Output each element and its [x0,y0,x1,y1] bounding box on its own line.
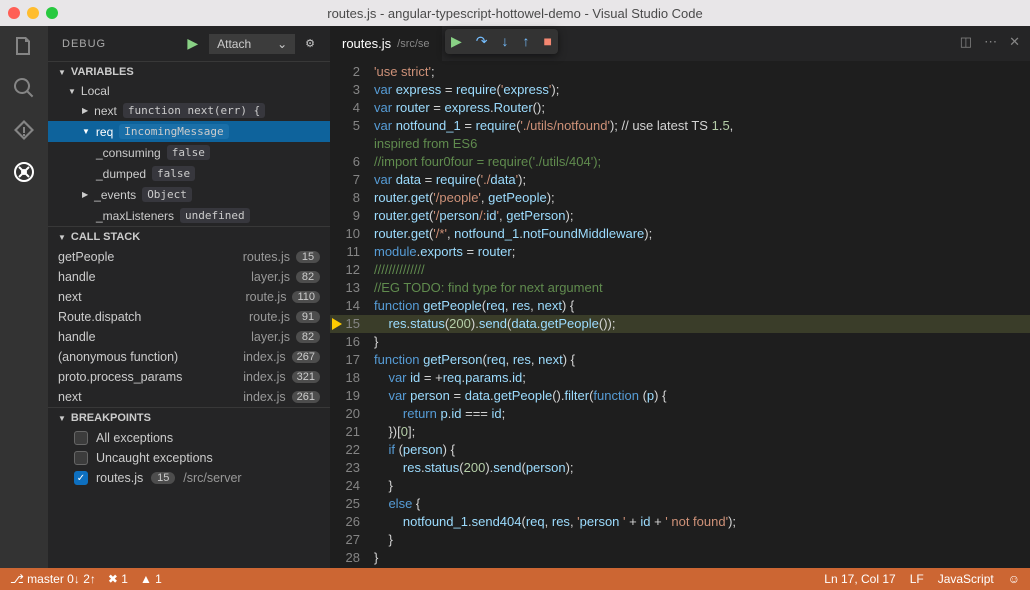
code-line[interactable]: 13//EG TODO: find type for next argument [330,279,1030,297]
breakpoints-header[interactable]: BREAKPOINTS [48,408,330,428]
stack-frame[interactable]: Route.dispatchroute.js91 [48,307,330,327]
errors-count[interactable]: ✖ 1 [108,572,128,586]
code-line[interactable]: inspired from ES6 [330,135,1030,153]
code-line[interactable]: 6//import four0four = require('./utils/4… [330,153,1030,171]
scope-local[interactable]: Local [48,82,330,100]
debug-config-select[interactable]: Attach⌄ [209,34,295,54]
code-line[interactable]: 25 else { [330,495,1030,513]
code-line[interactable]: 9router.get('/person/:id', getPerson); [330,207,1030,225]
stack-frame[interactable]: getPeopleroutes.js15 [48,247,330,267]
debug-header: DEBUG ▶ Attach⌄ ⚙ [48,26,330,61]
cursor-position[interactable]: Ln 17, Col 17 [824,572,895,586]
git-icon[interactable] [12,118,36,142]
code-line[interactable]: 22 if (person) { [330,441,1030,459]
code-line[interactable]: 2'use strict'; [330,63,1030,81]
variable-_dumped[interactable]: _dumped false [48,163,330,184]
tab-name: routes.js [342,36,391,51]
titlebar: routes.js - angular-typescript-hottowel-… [0,0,1030,26]
variables-section: VARIABLES Local next function next(err) … [48,61,330,226]
warnings-count[interactable]: ▲ 1 [140,572,162,586]
code-area[interactable]: 2'use strict';3var express = require('ex… [330,61,1030,568]
editor-tabs: routes.js /src/se [330,26,1030,61]
more-icon[interactable]: ⋯ [984,34,997,50]
debug-label: DEBUG [62,38,106,50]
variable-next[interactable]: next function next(err) { [48,100,330,121]
callstack-section: CALL STACK getPeopleroutes.js15handlelay… [48,226,330,407]
git-branch[interactable]: ⎇ master 0↓ 2↑ [10,572,96,586]
eol[interactable]: LF [910,572,924,586]
code-line[interactable]: 19 var person = data.getPeople().filter(… [330,387,1030,405]
variables-header[interactable]: VARIABLES [48,62,330,82]
explorer-icon[interactable] [12,34,36,58]
stack-frame[interactable]: nextindex.js261 [48,387,330,407]
split-editor-icon[interactable]: ◫ [960,34,972,50]
statusbar: ⎇ master 0↓ 2↑ ✖ 1 ▲ 1 Ln 17, Col 17 LF … [0,568,1030,590]
code-line[interactable]: 4var router = express.Router(); [330,99,1030,117]
step-into-icon[interactable]: ↓ [502,33,509,50]
close-editor-icon[interactable]: ✕ [1009,34,1020,50]
variable-req[interactable]: req IncomingMessage [48,121,330,142]
stack-frame[interactable]: nextroute.js110 [48,287,330,307]
start-debug-icon[interactable]: ▶ [187,35,199,52]
window-title: routes.js - angular-typescript-hottowel-… [327,6,703,21]
feedback-icon[interactable]: ☺ [1008,572,1020,586]
tab-routes[interactable]: routes.js /src/se [330,26,442,61]
breakpoint-item[interactable]: ✓routes.js 15 /src/server [48,468,330,488]
editor-actions: ◫ ⋯ ✕ [960,34,1020,50]
stack-frame[interactable]: handlelayer.js82 [48,327,330,347]
stack-frame[interactable]: proto.process_paramsindex.js321 [48,367,330,387]
tab-path: /src/se [397,38,429,50]
window-controls [8,7,58,19]
activity-bar [0,26,48,568]
close-window[interactable] [8,7,20,19]
code-line[interactable]: 14function getPeople(req, res, next) { [330,297,1030,315]
variable-_events[interactable]: _events Object [48,184,330,205]
code-line[interactable]: 12////////////// [330,261,1030,279]
breakpoint-item[interactable]: Uncaught exceptions [48,448,330,468]
code-line[interactable]: 3var express = require('express'); [330,81,1030,99]
code-line[interactable]: 15 res.status(200).send(data.getPeople()… [330,315,1030,333]
code-line[interactable]: 17function getPerson(req, res, next) { [330,351,1030,369]
code-line[interactable]: 11module.exports = router; [330,243,1030,261]
search-icon[interactable] [12,76,36,100]
debug-icon[interactable] [12,160,36,184]
code-line[interactable]: 8router.get('/people', getPeople); [330,189,1030,207]
editor-area: routes.js /src/se ▶ ↷ ↓ ↑ ■ ◫ ⋯ ✕ 2'use … [330,26,1030,568]
variable-_consuming[interactable]: _consuming false [48,142,330,163]
language-mode[interactable]: JavaScript [938,572,994,586]
debug-toolbar: ▶ ↷ ↓ ↑ ■ [445,29,558,54]
code-line[interactable]: 26 notfound_1.send404(req, res, 'person … [330,513,1030,531]
code-line[interactable]: 18 var id = +req.params.id; [330,369,1030,387]
debug-sidebar: DEBUG ▶ Attach⌄ ⚙ VARIABLES Local next f… [48,26,330,568]
step-out-icon[interactable]: ↑ [523,33,530,50]
breakpoint-item[interactable]: All exceptions [48,428,330,448]
code-line[interactable]: 16} [330,333,1030,351]
stack-frame[interactable]: handlelayer.js82 [48,267,330,287]
code-line[interactable]: 28} [330,549,1030,567]
stack-frame[interactable]: (anonymous function)index.js267 [48,347,330,367]
maximize-window[interactable] [46,7,58,19]
stop-icon[interactable]: ■ [544,33,552,50]
code-line[interactable]: 5var notfound_1 = require('./utils/notfo… [330,117,1030,135]
continue-icon[interactable]: ▶ [451,33,462,50]
code-line[interactable]: 20 return p.id === id; [330,405,1030,423]
code-line[interactable]: 23 res.status(200).send(person); [330,459,1030,477]
callstack-header[interactable]: CALL STACK [48,227,330,247]
breakpoints-section: BREAKPOINTS All exceptionsUncaught excep… [48,407,330,488]
step-over-icon[interactable]: ↷ [476,33,488,50]
code-line[interactable]: 24 } [330,477,1030,495]
variable-_maxListeners[interactable]: _maxListeners undefined [48,205,330,226]
code-line[interactable]: 27 } [330,531,1030,549]
gear-icon[interactable]: ⚙ [305,37,316,50]
minimize-window[interactable] [27,7,39,19]
code-line[interactable]: 10router.get('/*', notfound_1.notFoundMi… [330,225,1030,243]
code-line[interactable]: 7var data = require('./data'); [330,171,1030,189]
code-line[interactable]: 21 })[0]; [330,423,1030,441]
